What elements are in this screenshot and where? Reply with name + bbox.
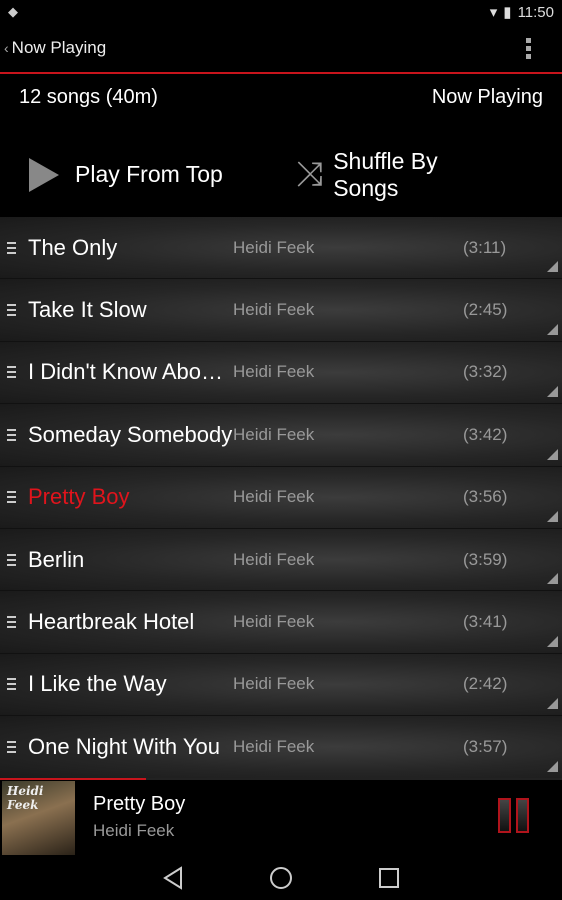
app-notification-icon: ◆ [8,4,18,19]
shuffle-label: Shuffle By Songs [333,147,438,201]
song-title: Someday Somebody [28,421,233,447]
shuffle-button[interactable]: ⤨ Shuffle By Songs [281,148,562,202]
song-row[interactable]: Someday Somebody Heidi Feek (3:42) [0,404,562,467]
play-label: Play From Top [75,161,223,187]
drag-handle-icon[interactable] [7,678,16,691]
system-nav-bar [0,856,562,900]
page-title: Now Playing [11,38,107,57]
overflow-menu-icon[interactable] [518,37,538,59]
song-title: I Like the Way [28,671,167,697]
context-menu-icon[interactable] [547,635,558,647]
progress-bar[interactable] [0,778,147,780]
song-artist: Heidi Feek [233,300,315,320]
song-artist: Heidi Feek [233,612,315,632]
playlist-label: Now Playing [431,86,543,108]
drag-handle-icon[interactable] [7,491,16,504]
song-count: 12 songs (40m) [19,86,158,108]
clock: 11:50 [517,3,554,21]
song-duration: (3:41) [463,612,508,632]
back-nav-icon[interactable] [162,866,184,890]
mini-title: Pretty Boy [93,793,186,815]
action-bar: ‹ Now Playing [0,24,562,74]
song-row[interactable]: Berlin Heidi Feek (3:59) [0,528,562,592]
context-menu-icon[interactable] [547,323,558,335]
shuffle-icon: ⤨ [296,155,324,193]
song-duration: (3:11) [463,237,507,257]
mini-player[interactable]: Heidi Feek Pretty Boy Heidi Feek [0,778,562,856]
context-menu-icon[interactable] [547,573,558,585]
mini-artist: Heidi Feek [93,821,175,840]
play-from-top-button[interactable]: Play From Top [0,157,281,192]
song-title: Pretty Boy [28,484,130,510]
song-artist: Heidi Feek [233,487,315,507]
context-menu-icon[interactable] [547,386,558,398]
song-artist: Heidi Feek [233,424,315,444]
battery-icon: ▮ [503,4,512,21]
album-art[interactable]: Heidi Feek [2,781,75,855]
song-artist: Heidi Feek [233,736,315,756]
wifi-icon: ▾ [489,4,498,21]
song-title: Heartbreak Hotel [28,609,195,635]
drag-handle-icon[interactable] [7,304,16,317]
song-title: Take It Slow [28,297,147,323]
song-row[interactable]: The Only Heidi Feek (3:11) [0,217,562,280]
song-row[interactable]: I Didn't Know About You Heidi Feek (3:32… [0,341,562,405]
drag-handle-icon[interactable] [7,740,16,753]
song-title: I Didn't Know About You [28,359,233,385]
song-row[interactable]: Take It Slow Heidi Feek (2:45) [0,279,562,342]
back-button[interactable]: ‹ Now Playing [4,38,106,58]
song-duration: (2:45) [463,300,508,320]
drag-handle-icon[interactable] [7,241,16,254]
recents-nav-icon[interactable] [378,867,400,889]
song-artist: Heidi Feek [233,362,315,382]
context-menu-icon[interactable] [547,448,558,460]
album-art-logo: Heidi Feek [7,784,44,812]
song-row[interactable]: Heartbreak Hotel Heidi Feek (3:41) [0,591,562,654]
home-nav-icon[interactable] [269,866,293,890]
song-duration: (3:32) [463,362,508,382]
song-duration: (3:59) [463,549,508,569]
context-menu-icon[interactable] [547,760,558,772]
context-menu-icon[interactable] [547,698,558,710]
context-menu-icon[interactable] [547,510,558,522]
song-artist: Heidi Feek [233,674,315,694]
drag-handle-icon[interactable] [7,366,16,379]
song-title: The Only [28,234,118,260]
drag-handle-icon[interactable] [7,553,16,566]
chevron-left-icon: ‹ [4,40,9,56]
song-duration: (2:42) [463,674,508,694]
playlist-info: 12 songs (40m) Now Playing [0,74,562,134]
context-menu-icon[interactable] [547,261,558,273]
status-bar: ◆ ▾ ▮ 11:50 [0,0,562,24]
song-list: The Only Heidi Feek (3:11) Take It Slow … [0,217,562,779]
drag-handle-icon[interactable] [7,428,16,441]
pause-icon [498,798,511,833]
drag-handle-icon[interactable] [7,616,16,629]
song-title: One Night With You [28,733,221,759]
song-duration: (3:57) [463,736,508,756]
pause-button[interactable] [498,798,529,833]
song-artist: Heidi Feek [233,237,315,257]
song-title: Berlin [28,546,85,572]
song-artist: Heidi Feek [233,549,315,569]
song-duration: (3:56) [463,487,508,507]
song-row[interactable]: One Night With You Heidi Feek (3:57) [0,716,562,779]
song-row[interactable]: I Like the Way Heidi Feek (2:42) [0,653,562,717]
song-row[interactable]: Pretty Boy Heidi Feek (3:56) [0,466,562,529]
song-duration: (3:42) [463,424,508,444]
play-icon [29,157,59,192]
